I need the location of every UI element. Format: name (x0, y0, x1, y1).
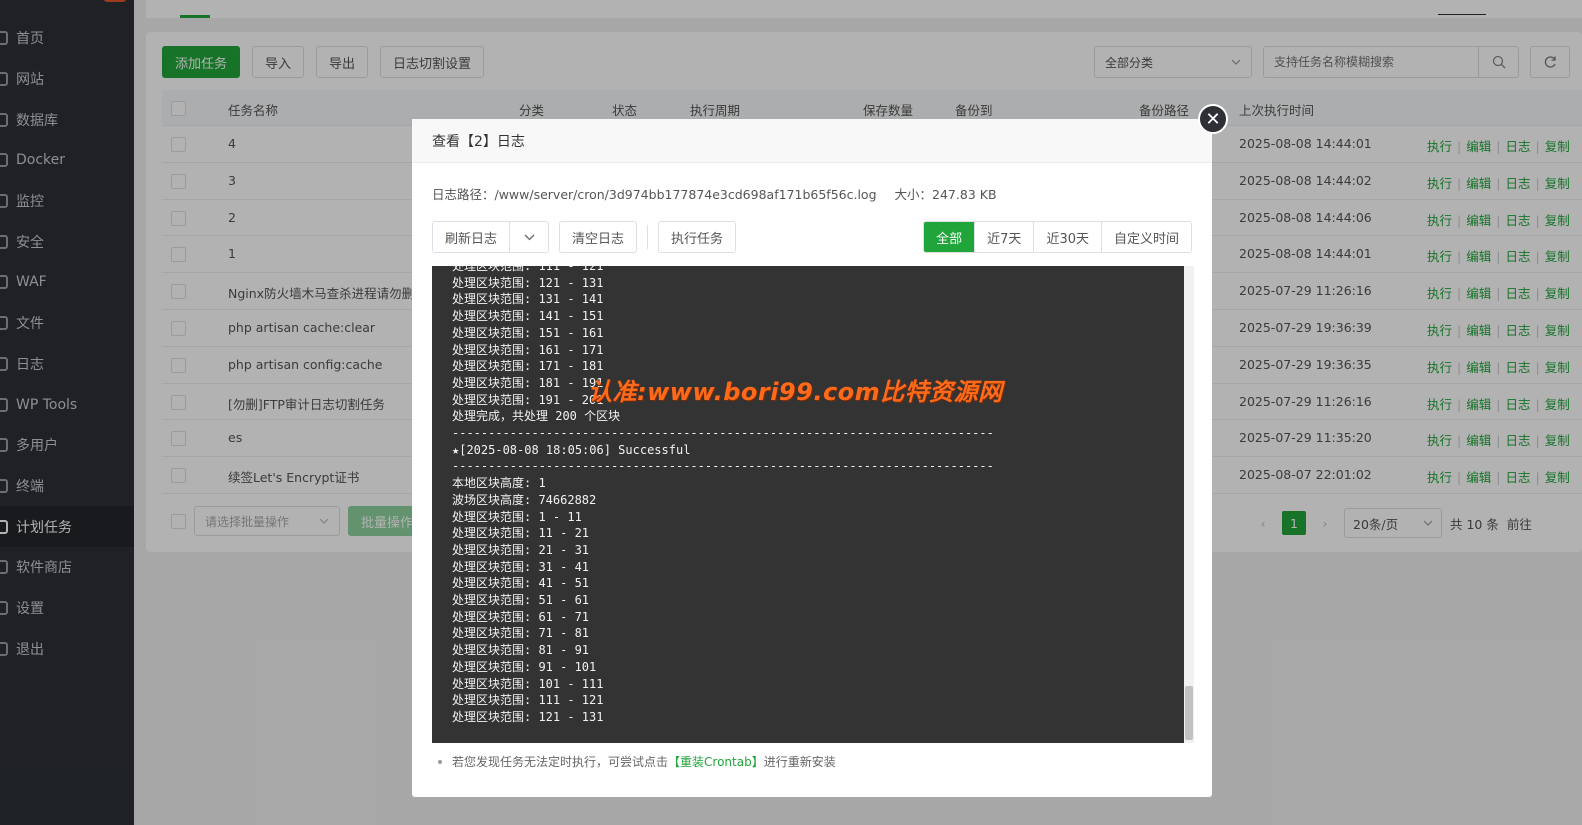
modal-title: 查看【2】日志 (432, 133, 525, 150)
log-size-value: 247.83 KB (932, 187, 997, 202)
refresh-log-button[interactable]: 刷新日志 (433, 222, 511, 252)
modal-header: 查看【2】日志 (412, 119, 1212, 163)
bullet-icon (438, 759, 442, 764)
log-size-label: 大小： (894, 187, 933, 202)
modal-toolbar: 刷新日志 清空日志 执行任务 (432, 221, 737, 253)
time-range-group: 全部 近7天 近30天 自定义时间 (923, 221, 1192, 253)
log-path: 日志路径：/www/server/cron/3d974bb177874e3cd6… (432, 184, 997, 203)
tip-suffix: 进行重新安装 (763, 755, 836, 769)
refresh-log-split-button: 刷新日志 (432, 221, 550, 253)
range-button-0[interactable]: 全部 (924, 222, 975, 252)
reinstall-crontab-link[interactable]: 【重装Crontab】 (668, 753, 764, 770)
close-icon[interactable]: ✕ (1198, 104, 1228, 134)
range-button-2[interactable]: 近30天 (1033, 222, 1101, 252)
chevron-down-icon (524, 234, 534, 240)
crontab-tip: 若您发现任务无法定时执行，可尝试点击 【重装Crontab】 进行重新安装 (432, 753, 836, 770)
range-button-1[interactable]: 近7天 (974, 222, 1033, 252)
log-modal: 查看【2】日志 日志路径：/www/server/cron/3d974bb177… (412, 119, 1212, 797)
range-button-3[interactable]: 自定义时间 (1100, 222, 1191, 252)
log-scrollbar[interactable] (1184, 266, 1194, 743)
refresh-log-dropdown[interactable] (510, 222, 548, 252)
run-task-button[interactable]: 执行任务 (658, 221, 737, 253)
log-path-text: 日志路径：/www/server/cron/3d974bb177874e3cd6… (432, 187, 877, 202)
scrollbar-thumb[interactable] (1185, 686, 1193, 740)
clear-log-button[interactable]: 清空日志 (559, 221, 638, 253)
log-content: 处理区块范围: 111 - 121 处理区块范围: 121 - 131 处理区块… (452, 266, 994, 724)
log-viewer[interactable]: 处理区块范围: 111 - 121 处理区块范围: 121 - 131 处理区块… (432, 266, 1194, 743)
watermark-text: 认准:www.bori99.com比特资源网 (588, 378, 1003, 406)
tip-prefix: 若您发现任务无法定时执行，可尝试点击 (452, 755, 669, 769)
toolbar-divider (647, 225, 649, 249)
